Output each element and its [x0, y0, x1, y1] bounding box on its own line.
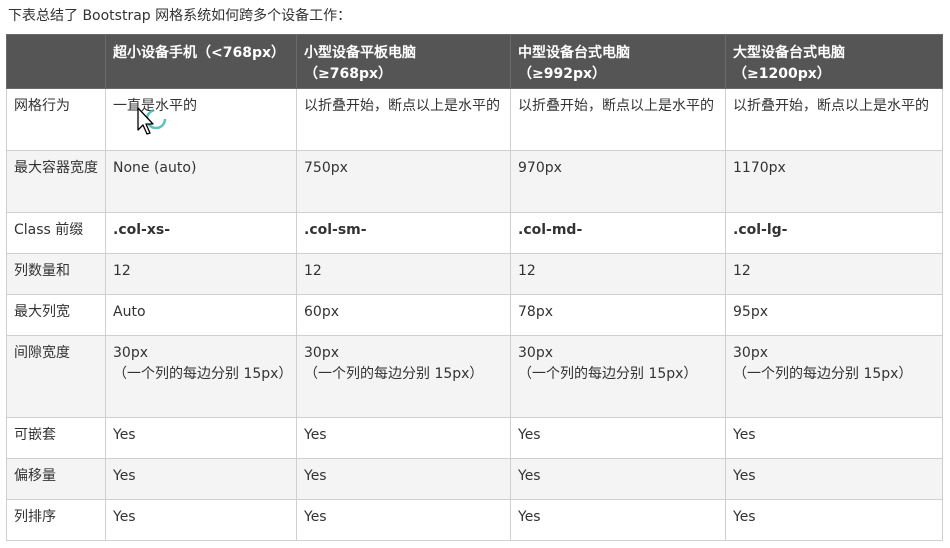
header-md: 中型设备台式电脑 （≥992px）: [510, 34, 726, 89]
header-sm-label: 小型设备平板电脑 （≥768px）: [304, 45, 416, 82]
table-cell: 30px （一个列的每边分别 15px）: [105, 335, 297, 418]
table-cell: 30px （一个列的每边分别 15px）: [296, 335, 511, 418]
table-cell: Yes: [296, 458, 511, 500]
table-cell: Yes: [725, 499, 943, 541]
table-header-row: 超小设备手机（<768px） 小型设备平板电脑 （≥768px） 中型设备台式电…: [6, 34, 943, 89]
header-sm: 小型设备平板电脑 （≥768px）: [296, 34, 511, 89]
row-label: 网格行为: [6, 88, 106, 151]
table-row: 列数量和 12 12 12 12: [6, 253, 943, 295]
table-cell: 一直是水平的: [105, 88, 297, 151]
table-cell: Yes: [510, 417, 726, 459]
table-cell: .col-md-: [510, 212, 726, 254]
table-cell: 30px （一个列的每边分别 15px）: [725, 335, 943, 418]
row-label: 间隙宽度: [6, 335, 106, 418]
table-cell: .col-xs-: [105, 212, 297, 254]
table-cell: 1170px: [725, 150, 943, 213]
header-xs: 超小设备手机（<768px）: [105, 34, 297, 89]
table-cell: 60px: [296, 294, 511, 336]
table-row: 最大列宽 Auto 60px 78px 95px: [6, 294, 943, 336]
table-row: 间隙宽度 30px （一个列的每边分别 15px） 30px （一个列的每边分别…: [6, 335, 943, 418]
table-cell: 以折叠开始，断点以上是水平的: [725, 88, 943, 151]
header-blank: [6, 34, 106, 89]
grid-system-table: 超小设备手机（<768px） 小型设备平板电脑 （≥768px） 中型设备台式电…: [6, 34, 943, 541]
table-row: 偏移量 Yes Yes Yes Yes: [6, 458, 943, 500]
table-cell: 95px: [725, 294, 943, 336]
table-cell: 12: [510, 253, 726, 295]
row-label: 列排序: [6, 499, 106, 541]
table-row: 可嵌套 Yes Yes Yes Yes: [6, 417, 943, 459]
intro-text: 下表总结了 Bootstrap 网格系统如何跨多个设备工作：: [8, 8, 352, 24]
row-label: 最大列宽: [6, 294, 106, 336]
header-xs-label: 超小设备手机（<768px）: [113, 45, 286, 61]
header-md-label: 中型设备台式电脑 （≥992px）: [518, 45, 630, 82]
header-lg-label: 大型设备台式电脑 （≥1200px）: [733, 45, 845, 82]
table-cell: .col-sm-: [296, 212, 511, 254]
table-row: 最大容器宽度 None (auto) 750px 970px 1170px: [6, 150, 943, 213]
table-cell: 以折叠开始，断点以上是水平的: [510, 88, 726, 151]
table-cell: 12: [296, 253, 511, 295]
header-lg: 大型设备台式电脑 （≥1200px）: [725, 34, 943, 89]
table-cell: 970px: [510, 150, 726, 213]
table-cell: 30px （一个列的每边分别 15px）: [510, 335, 726, 418]
table-cell: None (auto): [105, 150, 297, 213]
table-cell: 750px: [296, 150, 511, 213]
table-cell: Yes: [105, 499, 297, 541]
table-row: 网格行为 一直是水平的 以折叠开始，断点以上是水平的 以折叠开始，断点以上是水平…: [6, 88, 943, 151]
table-cell: Yes: [510, 458, 726, 500]
table-row: Class 前缀 .col-xs- .col-sm- .col-md- .col…: [6, 212, 943, 254]
table-cell: Yes: [725, 458, 943, 500]
table-cell: Yes: [105, 417, 297, 459]
table-cell: Auto: [105, 294, 297, 336]
table-cell: 12: [725, 253, 943, 295]
row-label: 最大容器宽度: [6, 150, 106, 213]
table-cell: 以折叠开始，断点以上是水平的: [296, 88, 511, 151]
table-cell: Yes: [725, 417, 943, 459]
table-cell: 78px: [510, 294, 726, 336]
table-row: 列排序 Yes Yes Yes Yes: [6, 499, 943, 541]
table-cell: 12: [105, 253, 297, 295]
table-cell: Yes: [105, 458, 297, 500]
row-label: 偏移量: [6, 458, 106, 500]
row-label: Class 前缀: [6, 212, 106, 254]
table-cell: Yes: [296, 499, 511, 541]
table-cell: .col-lg-: [725, 212, 943, 254]
table-cell: Yes: [296, 417, 511, 459]
row-label: 可嵌套: [6, 417, 106, 459]
row-label: 列数量和: [6, 253, 106, 295]
table-cell: Yes: [510, 499, 726, 541]
